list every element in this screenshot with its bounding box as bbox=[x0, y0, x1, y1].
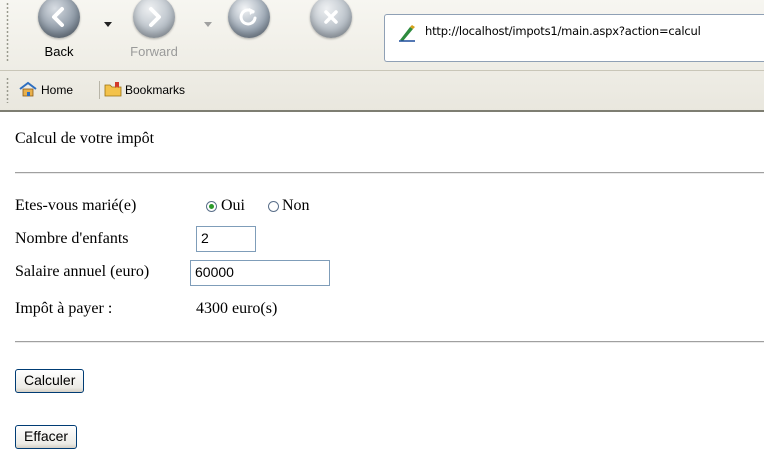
back-label: Back bbox=[44, 44, 74, 59]
tax-label: Impôt à payer : bbox=[15, 300, 113, 317]
forward-button[interactable]: Forward bbox=[118, 0, 190, 66]
married-yes-label[interactable]: Oui bbox=[221, 197, 245, 215]
married-yes-radio[interactable] bbox=[206, 201, 217, 212]
calculate-button[interactable]: Calculer bbox=[15, 369, 85, 393]
bookmark-bookmarks-label: Bookmarks bbox=[125, 83, 186, 97]
tax-value: 4300 euro(s) bbox=[196, 300, 278, 317]
children-input[interactable]: 2 bbox=[196, 226, 256, 252]
forward-arrow-icon bbox=[133, 0, 175, 38]
salary-input[interactable]: 60000 bbox=[190, 260, 330, 286]
bookmark-separator bbox=[99, 81, 100, 99]
bookmarks-folder-icon bbox=[104, 81, 122, 100]
clear-button[interactable]: Effacer bbox=[15, 425, 78, 449]
navigation-toolbar: Back Forward http://localhost/impots1/ma… bbox=[0, 0, 764, 70]
address-bar[interactable]: http://localhost/impots1/main.aspx?actio… bbox=[384, 14, 764, 62]
chrome-divider bbox=[0, 110, 764, 112]
address-url: http://localhost/impots1/main.aspx?actio… bbox=[425, 24, 701, 38]
married-no-radio[interactable] bbox=[268, 201, 279, 212]
browser-chrome: Back Forward http://localhost/impots1/ma… bbox=[0, 0, 764, 112]
forward-label: Forward bbox=[130, 44, 178, 59]
married-no-label[interactable]: Non bbox=[282, 197, 310, 215]
toolbar-grip[interactable] bbox=[6, 2, 9, 62]
back-dropdown-icon[interactable] bbox=[104, 22, 112, 27]
stop-button[interactable] bbox=[306, 0, 356, 66]
forward-dropdown-icon[interactable] bbox=[204, 22, 212, 27]
home-icon bbox=[18, 81, 38, 100]
stop-icon bbox=[310, 0, 352, 38]
page-icon bbox=[397, 23, 417, 48]
bookmark-home-label: Home bbox=[41, 83, 74, 97]
top-divider bbox=[15, 172, 764, 174]
bookmarks-toolbar: Home Bookmarks bbox=[0, 70, 764, 111]
bookmark-home[interactable]: Home bbox=[18, 80, 73, 100]
page-title: Calcul de votre impôt bbox=[15, 130, 155, 147]
bottom-divider bbox=[15, 341, 764, 343]
bookmarks-grip[interactable] bbox=[6, 77, 9, 103]
salary-label: Salaire annuel (euro) bbox=[15, 263, 150, 280]
children-label: Nombre d'enfants bbox=[15, 230, 129, 247]
back-button[interactable]: Back bbox=[28, 0, 90, 66]
back-arrow-icon bbox=[38, 0, 80, 38]
bookmark-bookmarks[interactable]: Bookmarks bbox=[104, 80, 185, 100]
reload-button[interactable] bbox=[224, 0, 274, 66]
married-label: Etes-vous marié(e) bbox=[15, 197, 137, 214]
reload-icon bbox=[228, 0, 270, 38]
